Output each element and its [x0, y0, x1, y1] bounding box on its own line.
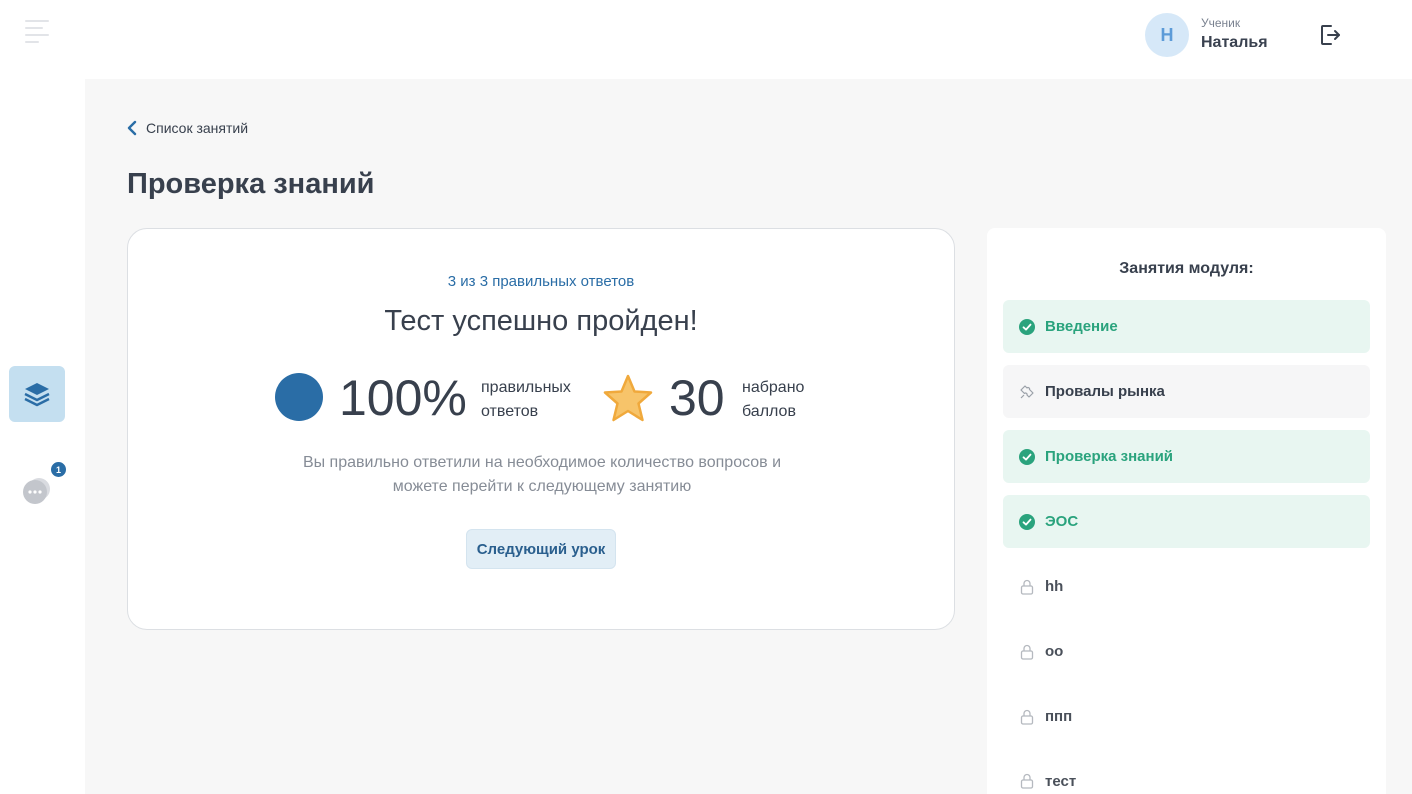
user-role: Ученик — [1201, 16, 1241, 30]
result-title: Тест успешно пройден! — [384, 305, 698, 337]
result-description: Вы правильно ответили на необходимое кол… — [302, 454, 782, 495]
back-link-label: Список занятий — [146, 120, 249, 136]
lesson-item-eos[interactable]: ЭОС — [1003, 495, 1370, 548]
pie-chart-icon — [275, 373, 323, 421]
percent-label: правильных ответов — [481, 379, 571, 420]
user-name[interactable]: Наталья — [1201, 34, 1268, 52]
lesson-label: ЭОС — [1045, 513, 1079, 530]
check-circle-icon — [1019, 448, 1035, 465]
check-circle-icon — [1019, 513, 1035, 530]
sidebar: 1 — [0, 0, 85, 794]
puzzle-icon — [1019, 384, 1035, 400]
percent-value: 100% — [339, 370, 467, 426]
test-result-card: 3 из 3 правильных ответов Тест успешно п… — [127, 228, 955, 630]
lesson-item-ppp[interactable]: ппп — [1003, 690, 1370, 743]
nav-chat-button[interactable] — [22, 476, 52, 506]
lesson-label: ппп — [1045, 708, 1073, 725]
score-value: 30 — [669, 370, 725, 426]
lock-icon — [1019, 644, 1035, 660]
lesson-label: оо — [1045, 643, 1064, 660]
next-lesson-button[interactable]: Следующий урок — [466, 529, 616, 569]
lesson-label: hh — [1045, 578, 1064, 595]
lesson-item-hh[interactable]: hh — [1003, 560, 1370, 613]
lesson-label: Проверка знаний — [1045, 448, 1174, 465]
lesson-label: Провалы рынка — [1045, 383, 1165, 400]
lesson-item-oo[interactable]: оо — [1003, 625, 1370, 678]
chat-unread-badge: 1 — [51, 462, 66, 477]
correct-answers-count: 3 из 3 правильных ответов — [447, 273, 635, 290]
nav-courses-button[interactable] — [9, 366, 65, 422]
chat-bubble-icon — [23, 478, 50, 504]
top-bar: Н Ученик Наталья — [85, 0, 1412, 79]
star-icon — [603, 374, 653, 422]
score-label: набрано баллов — [742, 379, 805, 420]
lock-icon — [1019, 579, 1035, 595]
lesson-label: тест — [1045, 773, 1077, 790]
burger-menu-icon[interactable] — [25, 20, 49, 43]
lock-icon — [1019, 773, 1035, 789]
lesson-label: Введение — [1045, 318, 1118, 335]
avatar[interactable]: Н — [1145, 13, 1189, 57]
module-lessons-panel: Занятия модуля: Введение Провалы рынка П… — [987, 228, 1386, 794]
module-title: Занятия модуля: — [1119, 260, 1254, 277]
check-circle-icon — [1019, 318, 1035, 335]
layers-icon — [24, 383, 50, 407]
lesson-item-intro[interactable]: Введение — [1003, 300, 1370, 353]
back-to-lessons-link[interactable]: Список занятий — [127, 120, 248, 136]
lesson-item-market-failures[interactable]: Провалы рынка — [1003, 365, 1370, 418]
logout-icon[interactable] — [1318, 23, 1342, 47]
chevron-left-icon — [127, 120, 137, 136]
lock-icon — [1019, 709, 1035, 725]
lesson-item-knowledge-check[interactable]: Проверка знаний — [1003, 430, 1370, 483]
lesson-item-test[interactable]: тест — [1003, 755, 1370, 794]
page-title: Проверка знаний — [127, 168, 375, 200]
